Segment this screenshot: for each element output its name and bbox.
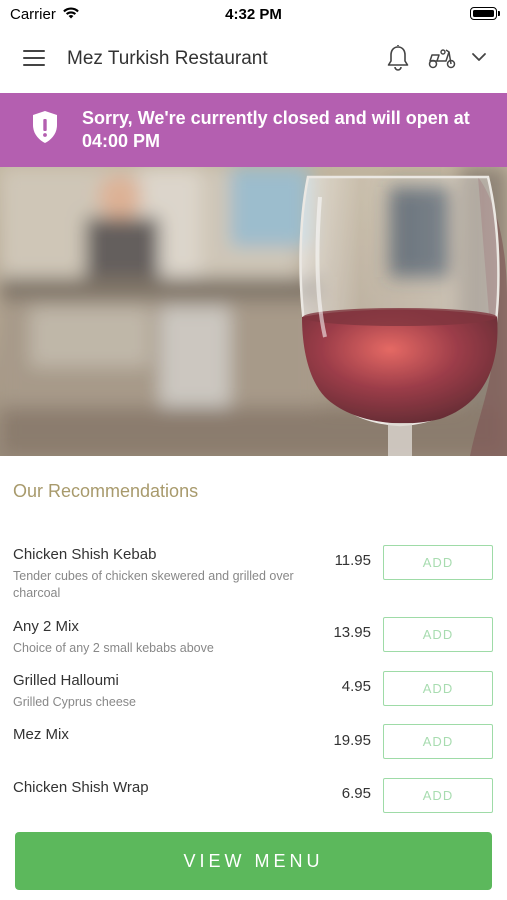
item-name: Mez Mix — [13, 726, 69, 743]
closed-message: Sorry, We're currently closed and will o… — [82, 108, 470, 151]
item-name: Chicken Shish Wrap — [13, 779, 149, 796]
battery-icon — [470, 7, 497, 20]
bell-icon[interactable] — [386, 44, 410, 72]
restaurant-title: Mez Turkish Restaurant — [67, 48, 268, 69]
item-description: Choice of any 2 small kebabs above — [13, 641, 214, 655]
add-button[interactable]: ADD — [383, 671, 493, 706]
item-name: Any 2 Mix — [13, 618, 79, 635]
item-price: 19.95 — [333, 732, 371, 749]
item-price: 4.95 — [341, 678, 371, 695]
add-button[interactable]: ADD — [383, 724, 493, 759]
hero-image — [0, 167, 507, 456]
item-price: 13.95 — [333, 624, 371, 641]
item-name: Grilled Halloumi — [13, 672, 119, 689]
closed-banner: Sorry, We're currently closed and will o… — [0, 93, 507, 167]
add-button[interactable]: ADD — [383, 617, 493, 652]
view-menu-button[interactable]: VIEW MENU — [15, 832, 492, 890]
battery-tip — [498, 11, 500, 16]
clock: 4:32 PM — [225, 6, 282, 23]
recommendations-heading: Our Recommendations — [13, 481, 199, 501]
menu-icon[interactable] — [23, 50, 45, 68]
chevron-down-icon[interactable] — [471, 52, 487, 62]
item-description: Tender cubes of chicken skewered and gri… — [13, 569, 294, 600]
scooter-icon[interactable] — [427, 46, 457, 70]
add-button[interactable]: ADD — [383, 545, 493, 580]
item-price: 11.95 — [334, 552, 371, 569]
item-name: Chicken Shish Kebab — [13, 546, 157, 563]
item-description: Grilled Cyprus cheese — [13, 695, 136, 709]
app-header: Mez Turkish Restaurant — [0, 28, 507, 92]
status-bar: Carrier 4:32 PM — [0, 0, 507, 28]
shield-icon — [33, 111, 57, 143]
item-price: 6.95 — [341, 785, 371, 802]
add-button[interactable]: ADD — [383, 778, 493, 813]
